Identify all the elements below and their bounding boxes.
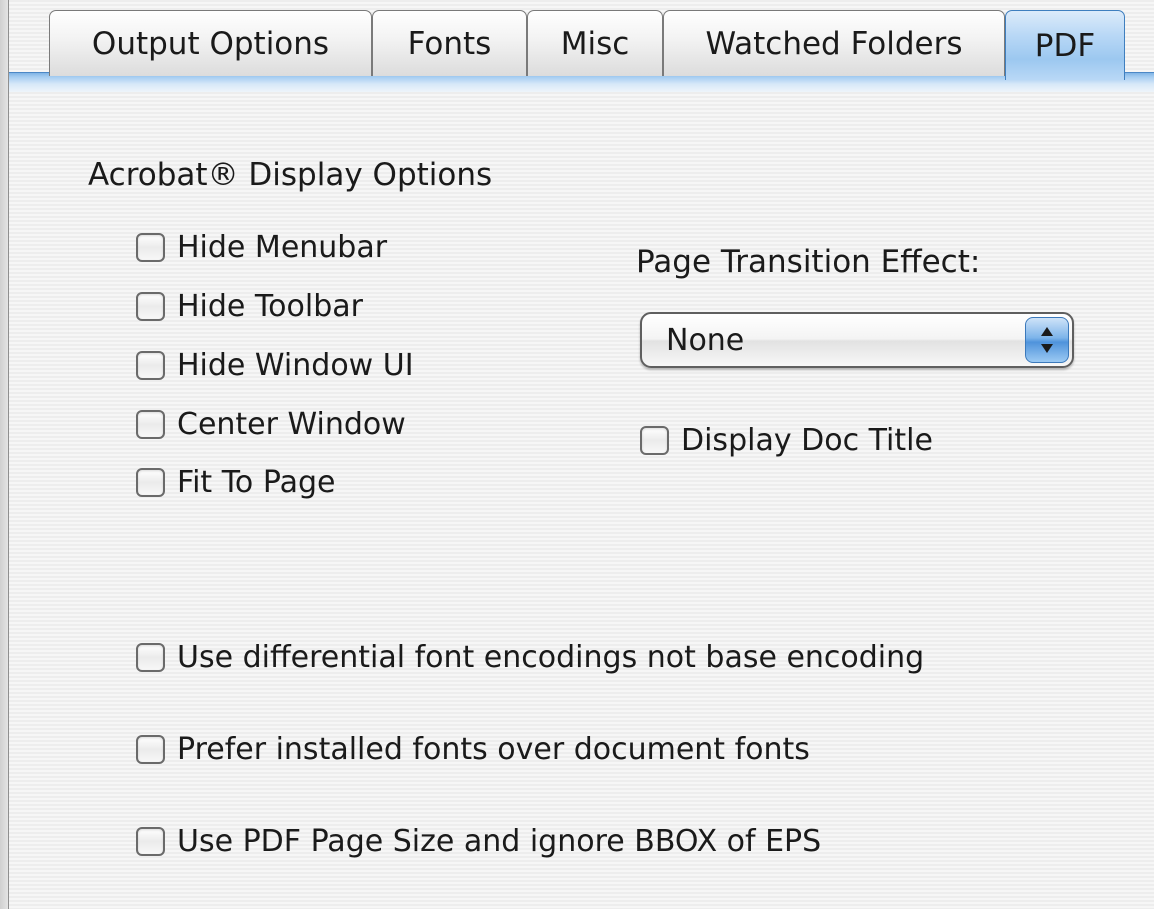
hide-menubar-label[interactable]: Hide Menubar	[177, 230, 387, 265]
window-left-edge	[0, 0, 9, 909]
hide-menubar-checkbox[interactable]	[136, 232, 165, 262]
hide-toolbar-checkbox[interactable]	[136, 291, 165, 321]
pdf-page-size-checkbox[interactable]	[136, 826, 165, 856]
tab-pdf[interactable]: PDF	[1005, 10, 1125, 80]
page-transition-popup-value[interactable]: None	[666, 323, 744, 358]
prefer-installed-fonts-checkbox[interactable]	[136, 734, 165, 764]
arrow-up-icon	[1041, 327, 1053, 336]
hide-menubar-option[interactable]: Hide Menubar	[136, 227, 387, 267]
hide-window-ui-checkbox[interactable]	[136, 350, 165, 380]
tab-output-options[interactable]: Output Options	[49, 10, 372, 76]
prefer-installed-fonts-label[interactable]: Prefer installed fonts over document fon…	[177, 732, 810, 767]
prefer-installed-fonts-option[interactable]: Prefer installed fonts over document fon…	[136, 729, 810, 769]
arrow-down-icon	[1041, 344, 1053, 353]
differential-font-encodings-label[interactable]: Use differential font encodings not base…	[177, 640, 924, 675]
pdf-page-size-label[interactable]: Use PDF Page Size and ignore BBOX of EPS	[177, 824, 821, 859]
hide-toolbar-label[interactable]: Hide Toolbar	[177, 289, 363, 324]
display-doc-title-option[interactable]: Display Doc Title	[640, 420, 933, 460]
pdf-page-size-option[interactable]: Use PDF Page Size and ignore BBOX of EPS	[136, 821, 821, 861]
fit-to-page-checkbox[interactable]	[136, 467, 165, 497]
center-window-label[interactable]: Center Window	[177, 407, 406, 442]
tab-misc[interactable]: Misc	[527, 10, 663, 76]
tab-watched-folders[interactable]: Watched Folders	[663, 10, 1005, 76]
display-doc-title-checkbox[interactable]	[640, 425, 669, 455]
center-window-checkbox[interactable]	[136, 409, 165, 439]
fit-to-page-option[interactable]: Fit To Page	[136, 462, 335, 502]
center-window-option[interactable]: Center Window	[136, 404, 406, 444]
page-transition-effect-label: Page Transition Effect:	[636, 244, 981, 280]
up-down-arrows-icon[interactable]	[1025, 317, 1069, 363]
hide-window-ui-option[interactable]: Hide Window UI	[136, 345, 414, 385]
acrobat-display-options-heading: Acrobat® Display Options	[88, 157, 493, 193]
display-doc-title-label[interactable]: Display Doc Title	[681, 423, 933, 458]
hide-window-ui-label[interactable]: Hide Window UI	[177, 348, 414, 383]
fit-to-page-label[interactable]: Fit To Page	[177, 465, 335, 500]
hide-toolbar-option[interactable]: Hide Toolbar	[136, 286, 363, 326]
tab-fonts[interactable]: Fonts	[372, 10, 527, 76]
tab-bar: Output Options Fonts Misc Watched Folder…	[9, 0, 1154, 92]
differential-font-encodings-option[interactable]: Use differential font encodings not base…	[136, 637, 924, 677]
page-transition-popup[interactable]: None	[640, 312, 1074, 368]
differential-font-encodings-checkbox[interactable]	[136, 642, 165, 672]
